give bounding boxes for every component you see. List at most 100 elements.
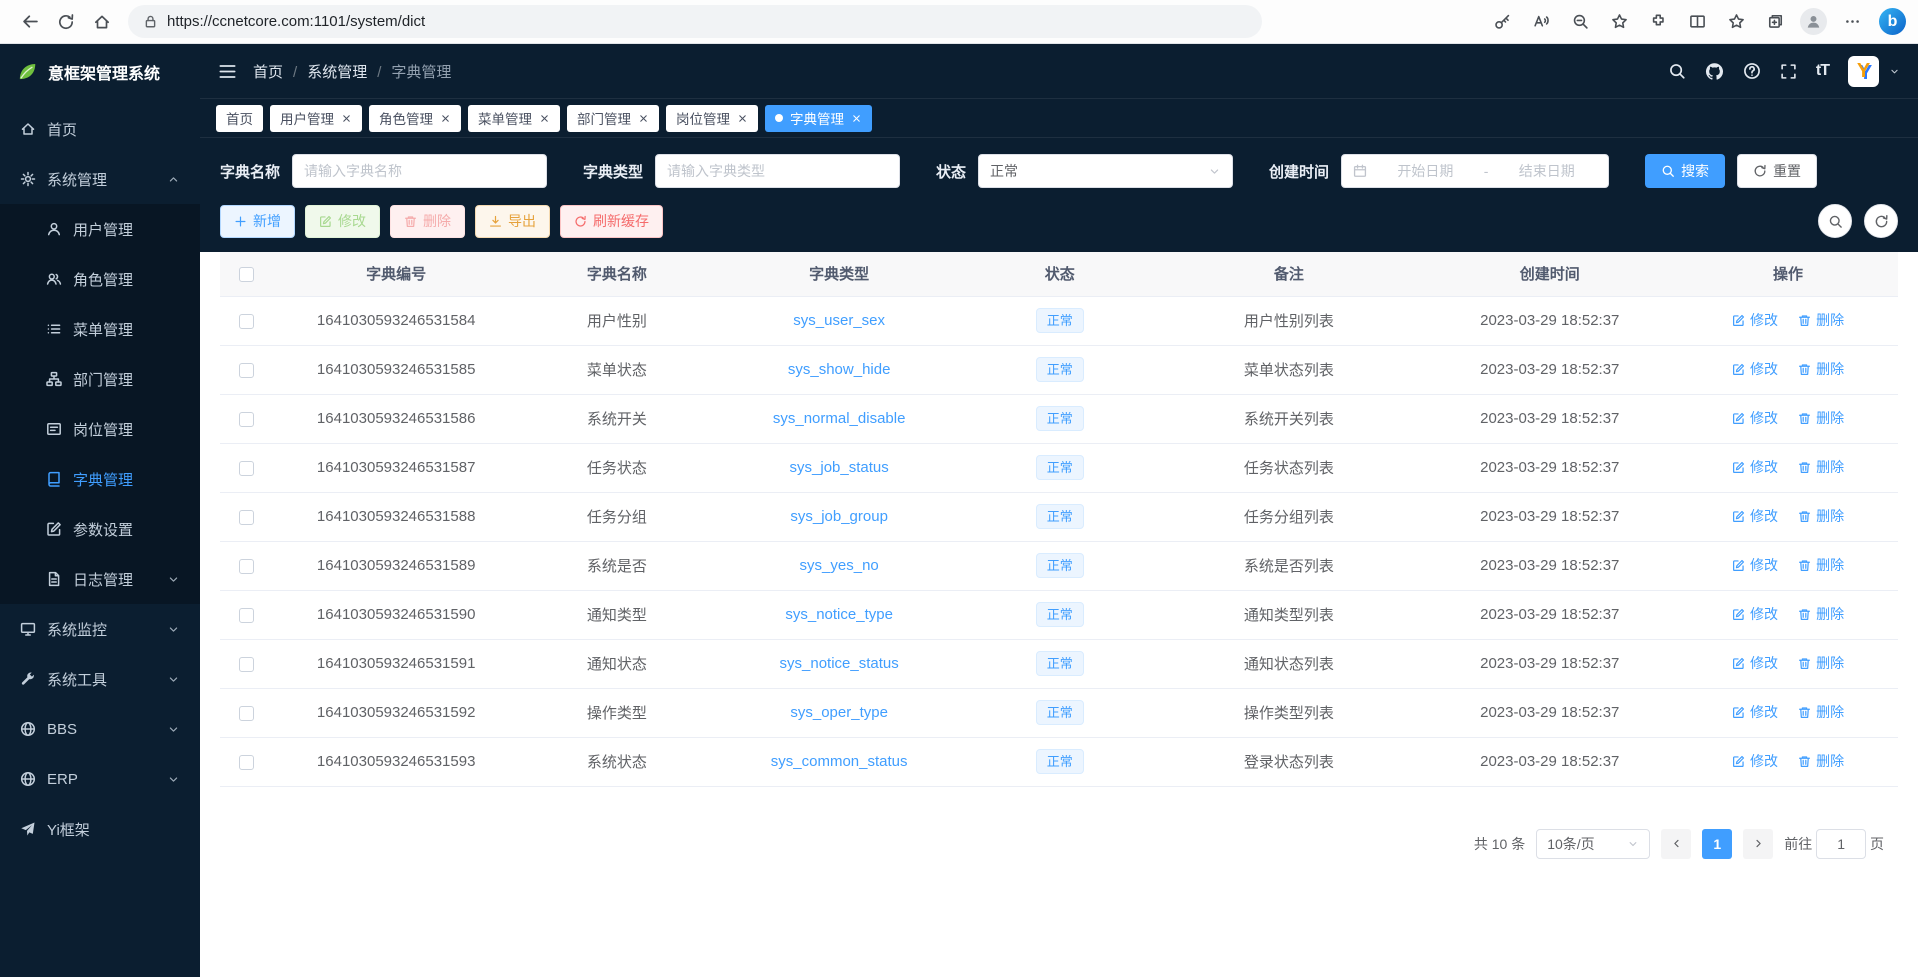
header-search-icon[interactable] [1668,62,1686,80]
sidebar-item[interactable]: 用户管理 [0,204,200,254]
next-page-button[interactable] [1743,829,1773,859]
page-tab[interactable]: 用户管理 [270,105,362,132]
breadcrumb-item[interactable]: 系统管理 [283,61,367,82]
dict-type-link[interactable]: sys_yes_no [800,557,879,574]
row-checkbox[interactable] [239,706,254,721]
dict-name-input[interactable] [304,163,535,179]
address-bar[interactable] [128,5,1262,38]
row-delete-button[interactable]: 删除 [1798,702,1844,722]
dict-type-link[interactable]: sys_notice_type [785,606,893,623]
row-checkbox[interactable] [239,412,254,427]
edit-button-disabled[interactable]: 修改 [305,205,380,238]
row-delete-button[interactable]: 删除 [1798,653,1844,673]
row-delete-button[interactable]: 删除 [1798,506,1844,526]
sidebar-item[interactable]: 首页 [0,104,200,154]
row-edit-button[interactable]: 修改 [1732,359,1778,379]
row-edit-button[interactable]: 修改 [1732,751,1778,771]
status-select[interactable]: 正常 [978,154,1233,188]
password-key-icon[interactable] [1484,4,1520,40]
row-edit-button[interactable]: 修改 [1732,604,1778,624]
row-checkbox[interactable] [239,363,254,378]
row-delete-button[interactable]: 删除 [1798,310,1844,330]
browser-back-button[interactable] [12,4,48,40]
github-icon[interactable] [1705,62,1724,81]
sidebar-item[interactable]: ERP [0,754,200,804]
browser-home-button[interactable] [84,4,120,40]
dict-type-link[interactable]: sys_job_status [790,459,889,476]
row-edit-button[interactable]: 修改 [1732,555,1778,575]
row-checkbox[interactable] [239,657,254,672]
favorites-bar-icon[interactable] [1718,4,1754,40]
sidebar-item[interactable]: 系统管理 [0,154,200,204]
row-checkbox[interactable] [239,461,254,476]
help-icon[interactable] [1743,62,1761,80]
dict-type-input[interactable] [667,163,888,179]
row-edit-button[interactable]: 修改 [1732,506,1778,526]
tab-close-icon[interactable] [341,113,352,124]
sidebar-item[interactable]: BBS [0,704,200,754]
row-edit-button[interactable]: 修改 [1732,702,1778,722]
dict-type-link[interactable]: sys_common_status [771,753,908,770]
start-date-placeholder[interactable]: 开始日期 [1375,161,1476,181]
refresh-cache-button[interactable]: 刷新缓存 [560,205,663,238]
font-size-icon[interactable]: tT [1816,62,1829,80]
sidebar-item[interactable]: 参数设置 [0,504,200,554]
breadcrumb-item[interactable]: 首页 [253,61,283,82]
fullscreen-icon[interactable] [1780,63,1797,80]
dict-type-link[interactable]: sys_job_group [790,508,888,525]
extensions-icon[interactable] [1640,4,1676,40]
page-tab[interactable]: 字典管理 [765,105,872,132]
breadcrumb-item[interactable]: 字典管理 [367,61,451,82]
dict-type-link[interactable]: sys_show_hide [788,361,891,378]
dict-name-field[interactable] [292,154,547,188]
sidebar-toggle-icon[interactable] [218,62,237,81]
sidebar-item[interactable]: 菜单管理 [0,304,200,354]
row-edit-button[interactable]: 修改 [1732,408,1778,428]
sidebar-item[interactable]: 角色管理 [0,254,200,304]
page-tab[interactable]: 首页 [216,105,263,132]
tab-close-icon[interactable] [440,113,451,124]
tab-close-icon[interactable] [737,113,748,124]
sidebar-item[interactable]: 系统监控 [0,604,200,654]
refresh-table-button[interactable] [1864,204,1898,238]
row-delete-button[interactable]: 删除 [1798,359,1844,379]
page-tab[interactable]: 部门管理 [567,105,659,132]
dict-type-link[interactable]: sys_notice_status [780,655,899,672]
tab-close-icon[interactable] [539,113,550,124]
row-delete-button[interactable]: 删除 [1798,457,1844,477]
url-input[interactable] [167,13,1247,30]
read-aloud-icon[interactable] [1523,4,1559,40]
page-tab[interactable]: 角色管理 [369,105,461,132]
row-checkbox[interactable] [239,314,254,329]
row-checkbox[interactable] [239,559,254,574]
reset-button[interactable]: 重置 [1737,154,1817,188]
row-checkbox[interactable] [239,755,254,770]
favorite-star-icon[interactable] [1601,4,1637,40]
row-edit-button[interactable]: 修改 [1732,457,1778,477]
row-delete-button[interactable]: 删除 [1798,408,1844,428]
browser-refresh-button[interactable] [48,4,84,40]
select-all-checkbox[interactable] [239,267,254,282]
sidebar-item[interactable]: Yi框架 [0,804,200,854]
dict-type-link[interactable]: sys_oper_type [790,704,888,721]
user-avatar[interactable]: Y [1848,56,1879,87]
more-menu-icon[interactable] [1834,4,1870,40]
collections-icon[interactable] [1757,4,1793,40]
goto-page-input[interactable] [1816,829,1866,859]
row-edit-button[interactable]: 修改 [1732,310,1778,330]
prev-page-button[interactable] [1661,829,1691,859]
date-range-picker[interactable]: 开始日期 - 结束日期 [1341,154,1609,188]
profile-avatar[interactable] [1800,8,1827,35]
add-button[interactable]: 新增 [220,205,295,238]
sidebar-item[interactable]: 字典管理 [0,454,200,504]
dict-type-link[interactable]: sys_user_sex [793,312,885,329]
page-tab[interactable]: 菜单管理 [468,105,560,132]
sidebar-item[interactable]: 岗位管理 [0,404,200,454]
split-screen-icon[interactable] [1679,4,1715,40]
row-delete-button[interactable]: 删除 [1798,751,1844,771]
row-delete-button[interactable]: 删除 [1798,604,1844,624]
sidebar-item[interactable]: 部门管理 [0,354,200,404]
sidebar-item[interactable]: 系统工具 [0,654,200,704]
sidebar-item[interactable]: 日志管理 [0,554,200,604]
avatar-caret-icon[interactable] [1889,66,1900,77]
